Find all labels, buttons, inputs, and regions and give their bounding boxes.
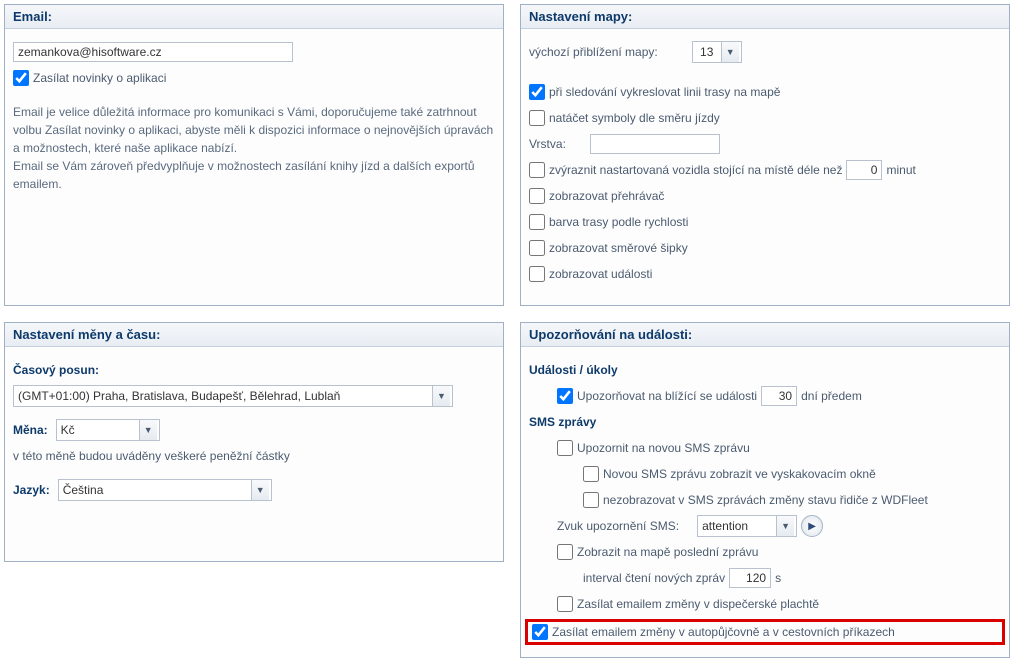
language-value[interactable] <box>59 480 251 500</box>
interval-input[interactable] <box>729 568 771 588</box>
sound-select[interactable]: ▼ <box>697 515 797 537</box>
highlight-stopped-checkbox[interactable] <box>529 162 545 178</box>
email-description: Email je velice důležitá informace pro k… <box>13 103 495 193</box>
rotate-symbols-label: natáčet symboly dle směru jízdy <box>549 111 720 125</box>
upcoming-label-pre: Upozorňovat na blížící se události <box>577 389 757 403</box>
zoom-label: výchozí přiblížení mapy: <box>529 45 658 59</box>
dispatch-label: Zasílat emailem změny v dispečerské plac… <box>577 597 819 611</box>
interval-label: interval čtení nových zpráv <box>583 571 725 585</box>
events-tasks-heading: Události / úkoly <box>529 363 618 377</box>
layer-label: Vrstva: <box>529 137 566 151</box>
panel-currency-time-header: Nastavení měny a času: <box>5 323 503 347</box>
speed-color-label: barva trasy podle rychlosti <box>549 215 688 229</box>
events-label: zobrazovat události <box>549 267 652 281</box>
zoom-value[interactable] <box>693 42 721 62</box>
speed-color-checkbox[interactable] <box>529 214 545 230</box>
arrows-checkbox[interactable] <box>529 240 545 256</box>
player-label: zobrazovat přehrávač <box>549 189 664 203</box>
show-last-label: Zobrazit na mapě poslední zprávu <box>577 545 758 559</box>
newsletter-checkbox[interactable] <box>13 70 29 86</box>
panel-currency-time: Nastavení měny a času: Časový posun: ▼ M… <box>4 322 504 562</box>
currency-value[interactable] <box>57 420 139 440</box>
track-line-label: při sledování vykreslovat linii trasy na… <box>549 85 780 99</box>
panel-map-header: Nastavení mapy: <box>521 5 1009 29</box>
wdfleet-checkbox[interactable] <box>583 492 599 508</box>
chevron-down-icon[interactable]: ▼ <box>776 516 794 536</box>
currency-label: Měna: <box>13 423 48 437</box>
panel-map: Nastavení mapy: výchozí přiblížení mapy:… <box>520 4 1010 306</box>
rotate-symbols-checkbox[interactable] <box>529 110 545 126</box>
timeshift-value[interactable] <box>14 386 432 406</box>
layer-input[interactable] <box>590 134 720 154</box>
panel-email: Email: Zasílat novinky o aplikaci Email … <box>4 4 504 306</box>
language-label: Jazyk: <box>13 483 50 497</box>
sms-heading: SMS zprávy <box>529 415 596 429</box>
currency-note: v této měně budou uváděny veškeré peněžn… <box>13 449 290 463</box>
panel-alerts-header: Upozorňování na události: <box>521 323 1009 347</box>
dispatch-checkbox[interactable] <box>557 596 573 612</box>
rental-row-highlight: Zasílat emailem změny v autopůjčovně a v… <box>525 619 1005 645</box>
new-sms-checkbox[interactable] <box>557 440 573 456</box>
sound-value[interactable] <box>698 516 776 536</box>
chevron-down-icon[interactable]: ▼ <box>721 42 739 62</box>
show-last-checkbox[interactable] <box>557 544 573 560</box>
interval-unit: s <box>775 571 781 585</box>
highlight-stopped-input[interactable] <box>846 160 882 180</box>
sound-label: Zvuk upozornění SMS: <box>557 519 679 533</box>
highlight-stopped-label-post: minut <box>886 163 915 177</box>
currency-select[interactable]: ▼ <box>56 419 160 441</box>
zoom-select[interactable]: ▼ <box>692 41 742 63</box>
panel-alerts: Upozorňování na události: Události / úko… <box>520 322 1010 658</box>
popup-sms-checkbox[interactable] <box>583 466 599 482</box>
rental-checkbox[interactable] <box>532 624 548 640</box>
player-checkbox[interactable] <box>529 188 545 204</box>
chevron-down-icon[interactable]: ▼ <box>251 480 269 500</box>
rental-label: Zasílat emailem změny v autopůjčovně a v… <box>552 625 895 639</box>
upcoming-checkbox[interactable] <box>557 388 573 404</box>
highlight-stopped-label-pre: zvýraznit nastartovaná vozidla stojící n… <box>549 163 842 177</box>
play-icon: ▶ <box>808 521 816 532</box>
events-checkbox[interactable] <box>529 266 545 282</box>
timeshift-label: Časový posun: <box>13 363 99 377</box>
popup-sms-label: Novou SMS zprávu zobrazit ve vyskakovací… <box>603 467 876 481</box>
wdfleet-label: nezobrazovat v SMS zprávách změny stavu … <box>603 493 928 507</box>
language-select[interactable]: ▼ <box>58 479 272 501</box>
email-input[interactable] <box>13 42 293 62</box>
upcoming-label-post: dní předem <box>801 389 862 403</box>
arrows-label: zobrazovat směrové šipky <box>549 241 688 255</box>
new-sms-label: Upozornit na novou SMS zprávu <box>577 441 750 455</box>
upcoming-input[interactable] <box>761 386 797 406</box>
chevron-down-icon[interactable]: ▼ <box>139 420 157 440</box>
newsletter-label: Zasílat novinky o aplikaci <box>33 71 166 85</box>
track-line-checkbox[interactable] <box>529 84 545 100</box>
chevron-down-icon[interactable]: ▼ <box>432 386 450 406</box>
timeshift-select[interactable]: ▼ <box>13 385 453 407</box>
play-button[interactable]: ▶ <box>801 515 823 537</box>
panel-email-header: Email: <box>5 5 503 29</box>
